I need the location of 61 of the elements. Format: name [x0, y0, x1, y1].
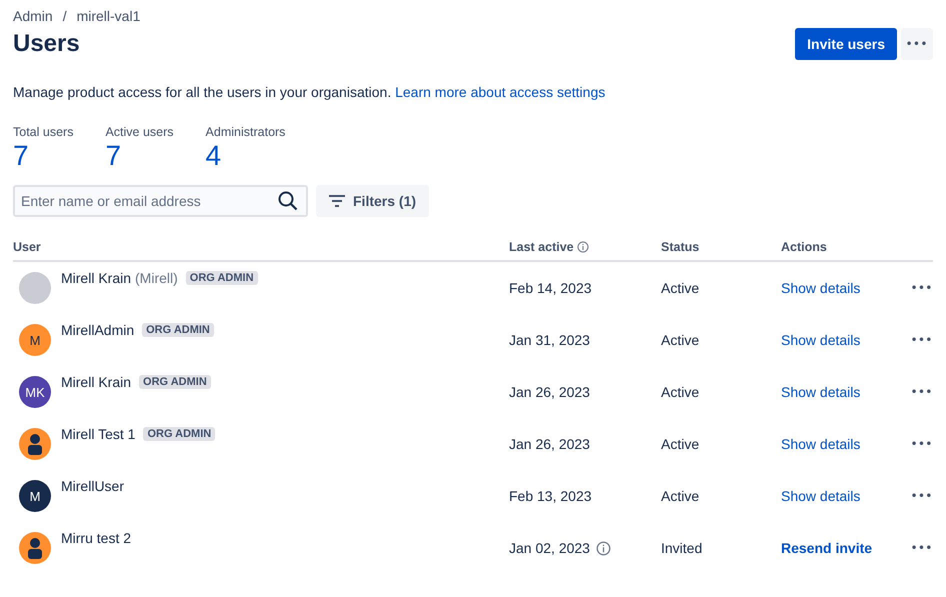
user-avatar: M	[19, 480, 51, 512]
breadcrumb-link[interactable]: Admin	[13, 8, 53, 24]
row-more-button[interactable]: •••	[910, 282, 933, 294]
status-text: Active	[661, 384, 700, 400]
show-details-link[interactable]: Show details	[781, 436, 860, 452]
column-header: Status	[661, 240, 700, 254]
row-more-button[interactable]: •••	[910, 438, 933, 450]
status-text: Active	[661, 280, 700, 296]
role-label: ORG ADMIN	[143, 427, 216, 441]
row-more-button[interactable]: •••	[910, 386, 933, 398]
last-active-date: Jan 26, 2023	[509, 384, 590, 400]
status-text: Active	[661, 436, 700, 452]
role-label: ORG ADMIN	[139, 375, 211, 389]
search-field[interactable]: Enter name or email address	[13, 185, 308, 217]
search-icon	[278, 191, 298, 211]
status-text: Active	[661, 332, 700, 348]
user-name: Mirell Krain	[61, 270, 132, 286]
last-active-date: Feb 14, 2023	[509, 280, 592, 296]
filters-button[interactable]: Filters (1)	[316, 185, 430, 217]
user-avatar: M	[19, 324, 51, 356]
stat-value: 4	[206, 139, 222, 173]
user-nickname: (Mirell)	[135, 270, 178, 286]
stat-label: Total users	[13, 125, 74, 139]
status-text: Active	[661, 488, 700, 504]
stat-label: Administrators	[206, 125, 286, 139]
row-more-button[interactable]: •••	[910, 542, 933, 554]
page-title: Users	[13, 30, 80, 58]
stat-value: 7	[105, 139, 122, 173]
breadcrumb-separator: /	[62, 8, 67, 24]
last-active-date: Jan 31, 2023	[509, 332, 590, 348]
show-details-link[interactable]: Show details	[781, 384, 860, 400]
show-details-link[interactable]: Show details	[781, 280, 860, 296]
last-active-date: Feb 13, 2023	[509, 488, 592, 504]
role-label: ORG ADMIN	[186, 271, 258, 285]
last-active-date: Jan 26, 2023	[509, 436, 590, 452]
last-active-date: Jan 02, 2023	[509, 540, 611, 556]
show-details-link[interactable]: Show details	[781, 332, 860, 348]
user-avatar: MK	[19, 376, 51, 408]
description-text: Manage product access for all the users in your organisation. Learn more about access settings	[13, 84, 606, 100]
column-header: Last active	[509, 240, 589, 254]
show-details-link[interactable]: Show details	[781, 488, 860, 504]
stat-label: Active users	[105, 125, 174, 139]
invite-users-button[interactable]: Invite users	[795, 28, 897, 60]
column-header: User	[13, 240, 41, 254]
status-text: Invited	[661, 540, 702, 556]
user-name: Mirell Krain	[61, 374, 132, 390]
access-settings-link[interactable]: Learn more about access settings	[395, 84, 606, 100]
user-name: Mirell Test 1	[61, 426, 136, 442]
resend-invite-link[interactable]: Resend invite	[781, 540, 872, 556]
row-more-button[interactable]: •••	[910, 334, 933, 346]
more-button[interactable]: •••	[901, 28, 933, 60]
user-name: MirellAdmin	[61, 322, 134, 338]
breadcrumb-link[interactable]: mirell-val1	[76, 8, 140, 24]
stat-value: 7	[13, 139, 30, 173]
row-more-button[interactable]: •••	[910, 490, 933, 502]
user-name: MirellUser	[61, 478, 124, 494]
column-header: Actions	[781, 240, 827, 254]
info-icon	[576, 240, 589, 252]
filter-icon	[329, 195, 345, 207]
role-label: ORG ADMIN	[142, 323, 214, 337]
user-name: Mirru test 2	[61, 530, 132, 546]
